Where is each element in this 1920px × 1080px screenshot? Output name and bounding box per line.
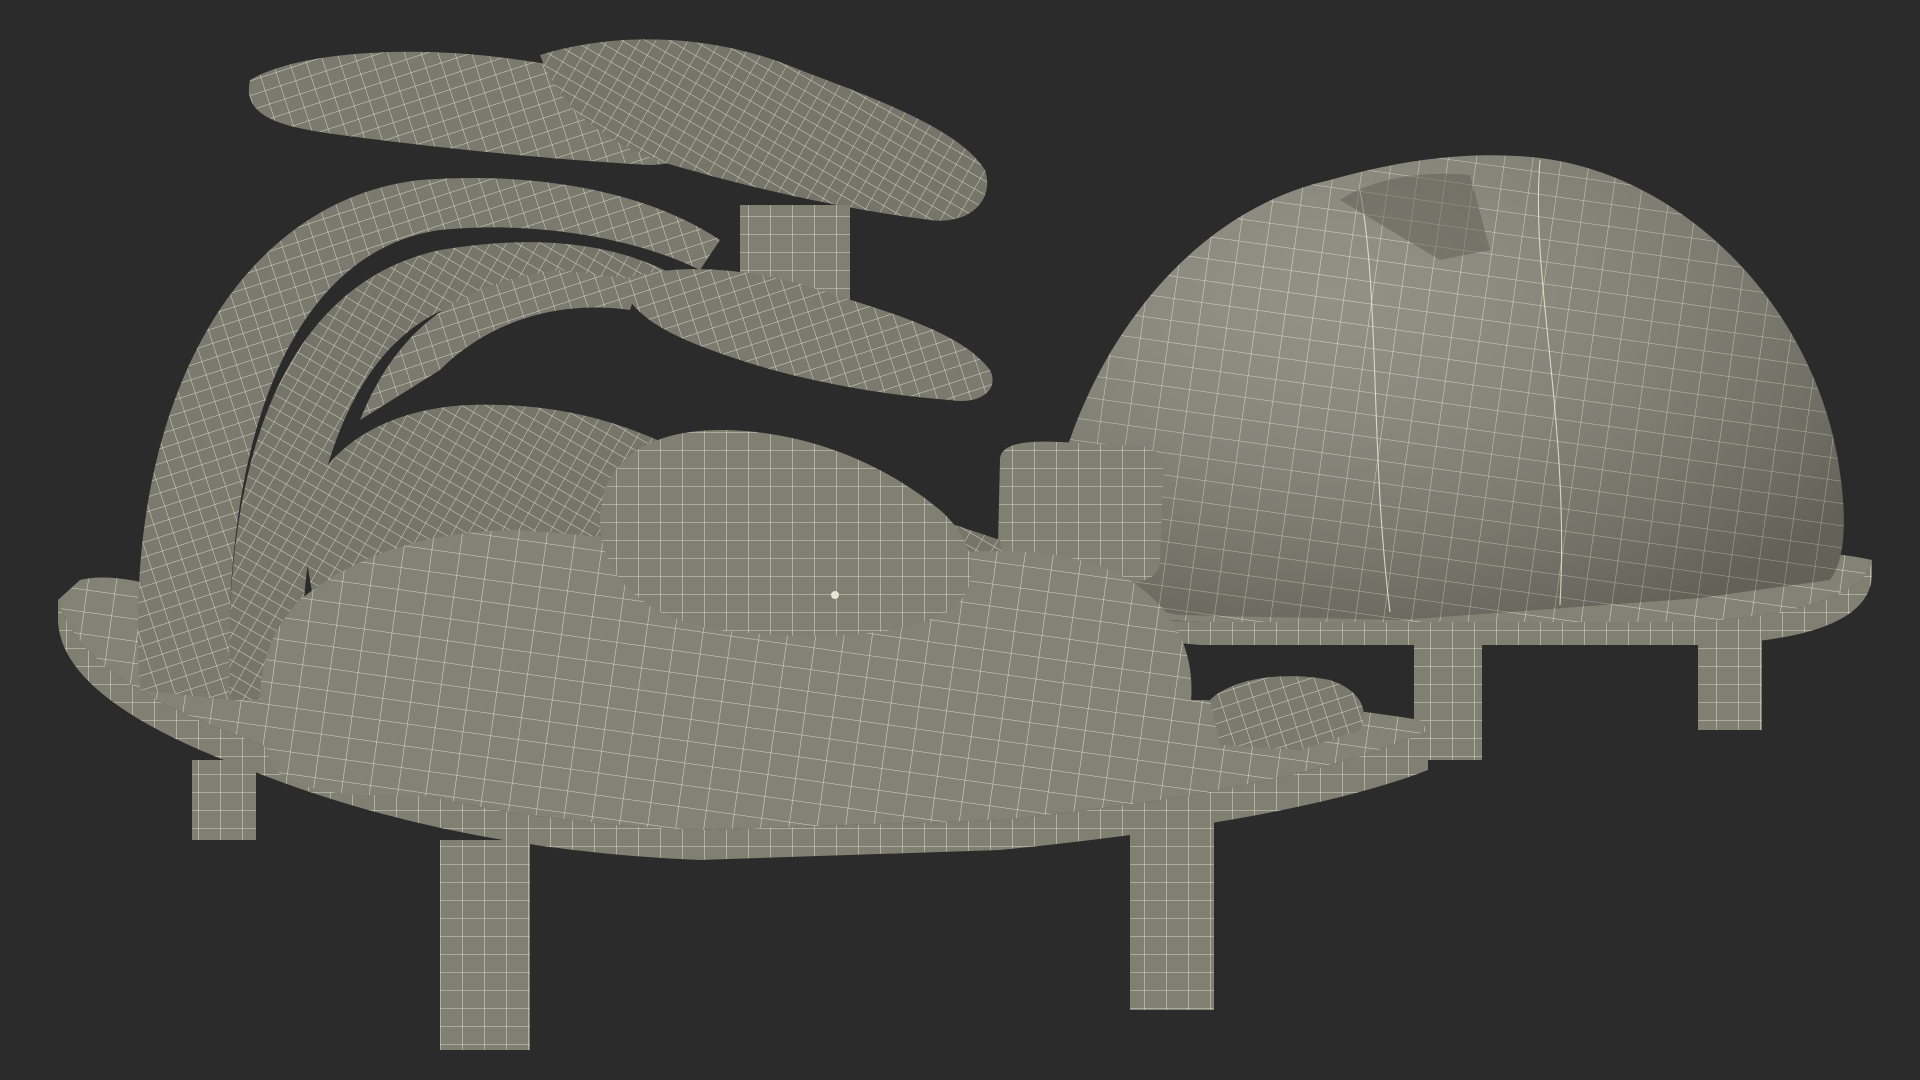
base-leg <box>440 840 530 1050</box>
wireframe-render <box>58 39 1872 1050</box>
lower-hand <box>620 269 993 401</box>
dome-leg <box>1698 640 1762 730</box>
organ-pole <box>831 591 839 599</box>
base-leg <box>192 760 256 840</box>
base-leg <box>1130 820 1214 1010</box>
dome-legs <box>1414 640 1762 760</box>
organ-stomach <box>600 430 972 636</box>
